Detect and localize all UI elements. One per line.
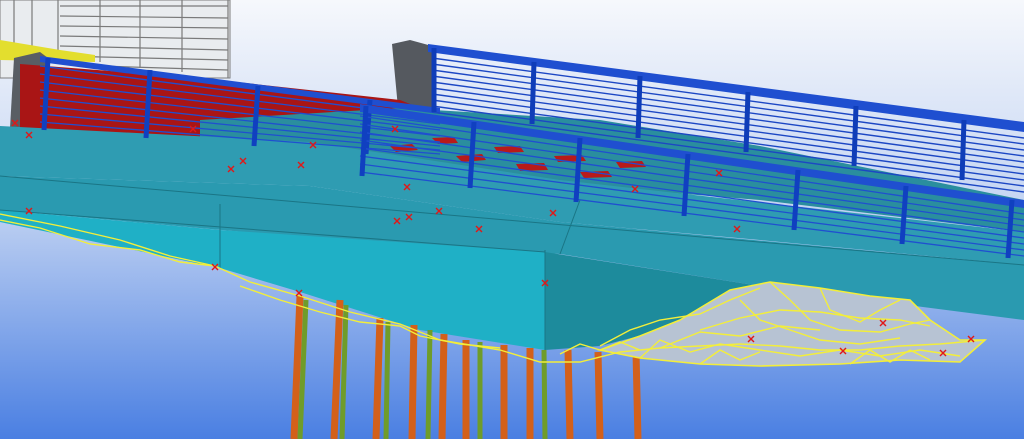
model-scene[interactable] [0,0,1024,439]
right-abutment [392,40,432,108]
3d-viewport[interactable] [0,0,1024,439]
